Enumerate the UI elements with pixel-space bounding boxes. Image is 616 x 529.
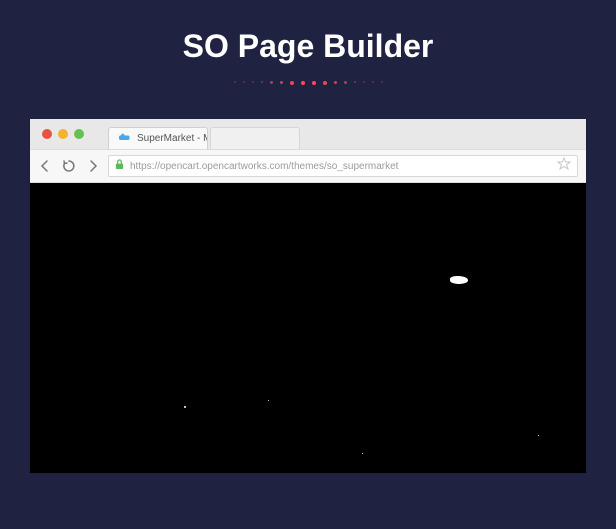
address-bar[interactable]: https://opencart.opencartworks.com/theme… xyxy=(108,155,578,177)
dot xyxy=(312,81,316,85)
lock-icon xyxy=(115,157,124,175)
dot xyxy=(280,81,283,84)
window-controls xyxy=(38,129,84,149)
close-button[interactable] xyxy=(42,129,52,139)
dot xyxy=(323,81,327,85)
dot xyxy=(290,81,294,85)
content-speck xyxy=(450,276,468,284)
dot xyxy=(344,81,347,84)
page-viewport xyxy=(30,183,586,473)
dot xyxy=(372,81,374,83)
dot xyxy=(261,81,263,83)
nav-bar: https://opencart.opencartworks.com/theme… xyxy=(30,149,586,183)
dot xyxy=(243,81,245,83)
browser-window: SuperMarket - Multi https://op xyxy=(30,119,586,473)
content-speck xyxy=(538,435,539,436)
star-icon[interactable] xyxy=(557,157,571,176)
content-speck xyxy=(362,453,363,454)
tab-favicon xyxy=(119,132,131,145)
browser-tab-blank[interactable] xyxy=(210,127,300,149)
browser-tab[interactable]: SuperMarket - Multi xyxy=(108,127,208,149)
dot xyxy=(252,81,254,83)
maximize-button[interactable] xyxy=(74,129,84,139)
dot xyxy=(270,81,273,84)
dot xyxy=(354,81,356,83)
dot xyxy=(334,81,337,84)
forward-button[interactable] xyxy=(86,159,100,173)
decorative-dots xyxy=(0,81,616,85)
content-speck xyxy=(184,406,186,408)
content-speck xyxy=(268,400,269,401)
dot xyxy=(234,81,236,83)
reload-button[interactable] xyxy=(62,159,76,173)
dot xyxy=(301,81,305,85)
tab-strip: SuperMarket - Multi xyxy=(30,119,586,149)
back-button[interactable] xyxy=(38,159,52,173)
minimize-button[interactable] xyxy=(58,129,68,139)
tab-label: SuperMarket - Multi xyxy=(137,133,208,144)
dot xyxy=(381,81,383,83)
page-title: SO Page Builder xyxy=(0,28,616,65)
url-text: https://opencart.opencartworks.com/theme… xyxy=(130,161,551,172)
dot xyxy=(363,81,365,83)
nav-buttons xyxy=(38,159,100,173)
